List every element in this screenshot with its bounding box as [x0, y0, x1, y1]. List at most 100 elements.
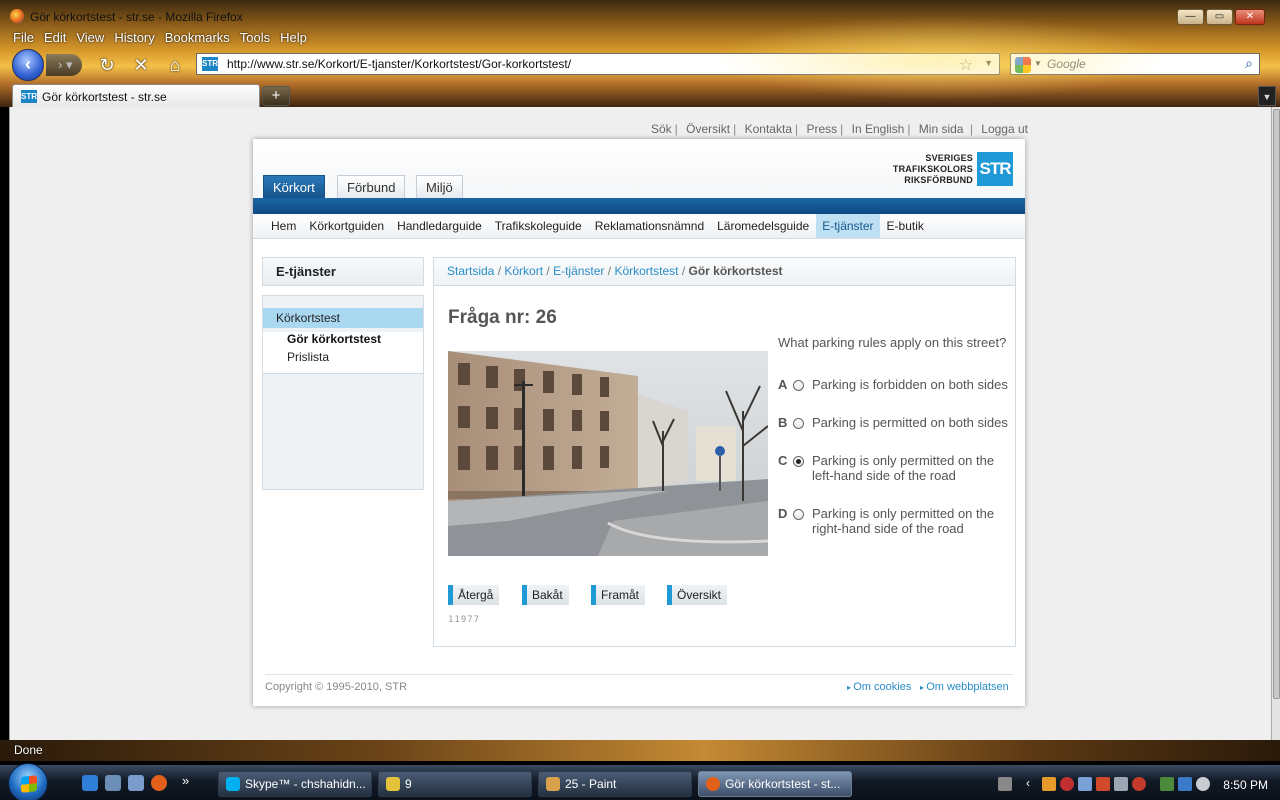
footer-link-om-webbplatsen[interactable]: Om webbplatsen [920, 681, 1009, 693]
taskbar-item-firefox[interactable]: Gör körkortstest - st... [698, 771, 852, 797]
menu-edit[interactable]: Edit [39, 30, 71, 48]
search-input[interactable] [1047, 56, 1237, 72]
menu-help[interactable]: Help [275, 30, 312, 48]
subnav-reklamationsnamnd[interactable]: Reklamationsnämnd [589, 214, 710, 238]
option-c-radio[interactable] [793, 456, 804, 467]
top-link-kontakta[interactable]: Kontakta [745, 122, 792, 136]
answer-option-b[interactable]: B Parking is permitted on both sides [778, 415, 1008, 455]
stop-icon[interactable]: ✕ [130, 55, 152, 75]
device-icon[interactable] [1114, 777, 1128, 791]
subnav-handledarguide[interactable]: Handledarguide [391, 214, 488, 238]
option-text[interactable]: Parking is only permitted on the left-ha… [812, 453, 1008, 483]
sidebar-item-korkortstest[interactable]: Körkortstest [263, 308, 423, 328]
top-link-sok[interactable]: Sök [651, 122, 672, 136]
tab-miljo[interactable]: Miljö [416, 175, 463, 198]
back-button[interactable]: ‹ [12, 49, 44, 81]
menu-file[interactable]: File [8, 30, 39, 48]
sidebar-item-prislista[interactable]: Prislista [287, 350, 329, 364]
option-text[interactable]: Parking is forbidden on both sides [812, 377, 1008, 392]
tray-app-icon[interactable] [1042, 777, 1056, 791]
url-bar[interactable]: STR http://www.str.se/Korkort/E-tjanster… [196, 53, 1000, 75]
subnav-trafikskoleguide[interactable]: Trafikskoleguide [489, 214, 588, 238]
subnav-hem[interactable]: Hem [265, 214, 302, 238]
taskbar-item-9[interactable]: 9 [378, 771, 532, 797]
subnav-korkortguiden[interactable]: Körkortguiden [303, 214, 390, 238]
connection-icon[interactable] [1178, 777, 1192, 791]
volume-icon[interactable] [1196, 777, 1210, 791]
option-a-radio[interactable] [793, 380, 804, 391]
option-b-radio[interactable] [793, 418, 804, 429]
explorer-icon[interactable] [128, 775, 144, 791]
antivirus-icon[interactable] [1060, 777, 1074, 791]
search-engine-dropdown-icon[interactable]: ▼ [1034, 59, 1042, 68]
tab-gor-korkortstest[interactable]: STR Gör körkortstest - str.se [12, 84, 260, 107]
minimize-button[interactable]: — [1177, 9, 1204, 25]
bakat-button[interactable]: Bakåt [522, 585, 569, 605]
google-icon[interactable] [1015, 57, 1031, 73]
top-link-in-english[interactable]: In English [852, 122, 905, 136]
top-link-press[interactable]: Press [806, 122, 837, 136]
forward-button[interactable]: › ▾ [46, 54, 82, 76]
show-desktop-icon[interactable] [105, 775, 121, 791]
tab-korkort[interactable]: Körkort [263, 175, 325, 198]
quicklaunch-overflow-icon[interactable]: » [182, 773, 189, 788]
logo-text: SVERIGES TRAFIKSKOLORS RIKSFÖRBUND [892, 152, 973, 185]
tray-tool-icon[interactable] [1096, 777, 1110, 791]
bookmark-star-icon[interactable]: ☆ [959, 55, 973, 75]
url-text[interactable]: http://www.str.se/Korkort/E-tjanster/Kor… [227, 57, 571, 71]
sidebar-item-gor-korkortstest[interactable]: Gör körkortstest [287, 332, 381, 346]
tray-expand-icon[interactable]: ‹ [1026, 776, 1030, 790]
atergå-button[interactable]: Återgå [448, 585, 500, 605]
menu-tools[interactable]: Tools [235, 30, 275, 48]
start-button[interactable] [8, 763, 48, 800]
subnav-laromedelsguide[interactable]: Läromedelsguide [711, 214, 815, 238]
option-text[interactable]: Parking is only permitted on the right-h… [812, 506, 1008, 536]
menu-bookmarks[interactable]: Bookmarks [160, 30, 235, 48]
breadcrumb-startsida[interactable]: Startsida [447, 264, 494, 278]
framat-button[interactable]: Framåt [591, 585, 646, 605]
search-bar[interactable]: ▼ ⌕ [1010, 53, 1260, 75]
url-dropdown-icon[interactable]: ▼ [984, 58, 993, 68]
network-icon[interactable] [1078, 777, 1092, 791]
breadcrumb-korkortstest[interactable]: Körkortstest [614, 264, 678, 278]
maximize-button[interactable]: ▭ [1206, 9, 1233, 25]
close-button[interactable]: ✕ [1235, 9, 1265, 25]
menu-bar: File Edit View History Bookmarks Tools H… [8, 30, 312, 48]
breadcrumb-e-tjanster[interactable]: E-tjänster [553, 264, 604, 278]
top-link-min-sida[interactable]: Min sida [919, 122, 964, 136]
search-icon[interactable]: ⌕ [1245, 55, 1253, 72]
subnav-e-tjanster[interactable]: E-tjänster [816, 214, 880, 238]
new-tab-button[interactable]: + [262, 86, 290, 106]
tab-bar: STR Gör körkortstest - str.se + ▼ [0, 82, 1280, 107]
tab-forbund[interactable]: Förbund [337, 175, 406, 198]
flash-icon[interactable] [1132, 777, 1146, 791]
vertical-scrollbar[interactable] [1271, 107, 1280, 740]
window-title: Gör körkortstest - str.se - Mozilla Fire… [30, 10, 243, 24]
clock[interactable]: 8:50 PM [1223, 778, 1268, 792]
top-link-logga-ut[interactable]: Logga ut [981, 122, 1028, 136]
keyboard-icon[interactable] [998, 777, 1012, 791]
breadcrumb-korkort[interactable]: Körkort [504, 264, 543, 278]
top-link-oversikt[interactable]: Översikt [686, 122, 730, 136]
oversikt-button[interactable]: Översikt [667, 585, 728, 605]
tab-list-button[interactable]: ▼ [1258, 86, 1276, 106]
option-letter: D [778, 506, 788, 521]
reload-icon[interactable]: ↻ [96, 55, 118, 75]
taskbar-item-paint[interactable]: 25 - Paint [538, 771, 692, 797]
scrollbar-thumb[interactable] [1273, 109, 1280, 699]
safely-remove-icon[interactable] [1160, 777, 1174, 791]
answer-option-d[interactable]: D Parking is only permitted on the right… [778, 506, 1008, 546]
firefox-quicklaunch-icon[interactable] [151, 775, 167, 791]
str-logo[interactable]: SVERIGES TRAFIKSKOLORS RIKSFÖRBUND STR [893, 151, 1013, 187]
subnav-e-butik[interactable]: E-butik [881, 214, 930, 238]
menu-view[interactable]: View [71, 30, 109, 48]
taskbar-item-skype[interactable]: Skype™ - chshahidn... [218, 771, 372, 797]
option-d-radio[interactable] [793, 509, 804, 520]
home-icon[interactable]: ⌂ [164, 55, 186, 75]
footer-link-om-cookies[interactable]: Om cookies [847, 681, 911, 693]
answer-option-a[interactable]: A Parking is forbidden on both sides [778, 377, 1008, 417]
menu-history[interactable]: History [109, 30, 159, 48]
answer-option-c[interactable]: C Parking is only permitted on the left-… [778, 453, 1008, 493]
option-text[interactable]: Parking is permitted on both sides [812, 415, 1008, 430]
ie-icon[interactable] [82, 775, 98, 791]
